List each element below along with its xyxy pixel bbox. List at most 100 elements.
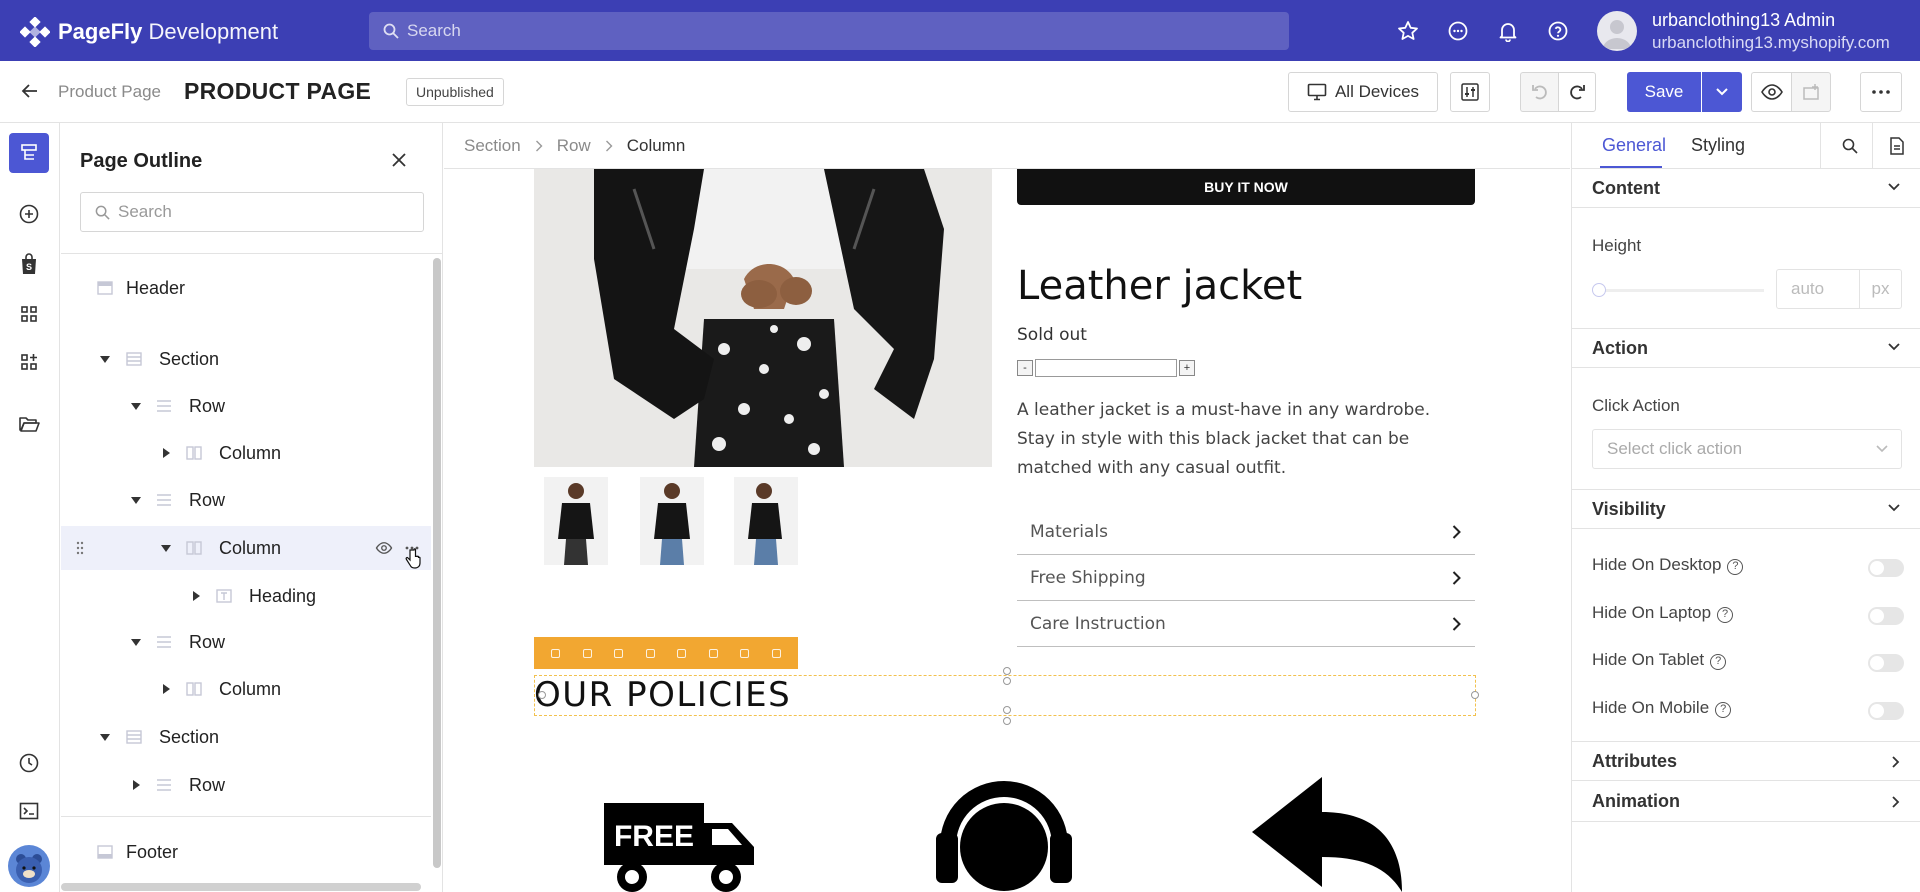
height-slider-knob[interactable]	[1592, 283, 1606, 297]
resize-handle[interactable]	[1003, 667, 1011, 675]
outline-node-column[interactable]: Column	[61, 431, 431, 475]
rail-history-button[interactable]	[16, 750, 42, 776]
rail-elements-button[interactable]	[16, 301, 42, 327]
outline-scrollbar[interactable]	[433, 258, 441, 868]
breadcrumb-row[interactable]: Row	[557, 136, 591, 156]
click-action-select[interactable]: Select click action	[1592, 429, 1902, 469]
settings-sliders-button[interactable]	[1450, 72, 1490, 112]
caret-down-icon[interactable]	[100, 734, 110, 741]
bell-icon[interactable]	[1497, 20, 1519, 42]
star-icon[interactable]	[1397, 20, 1419, 42]
device-selector-button[interactable]: All Devices	[1288, 72, 1438, 112]
help-icon[interactable]: ?	[1727, 559, 1744, 575]
product-thumbnail[interactable]	[544, 477, 608, 565]
undo-button[interactable]	[1520, 72, 1558, 112]
product-image[interactable]	[534, 169, 992, 467]
rail-code-button[interactable]	[16, 798, 42, 824]
caret-down-icon[interactable]	[131, 497, 141, 504]
quantity-plus-button[interactable]: +	[1179, 360, 1195, 376]
outline-node-row[interactable]: Row	[61, 478, 431, 522]
toolbar-style-icon[interactable]	[740, 648, 750, 658]
global-search-input[interactable]: Search	[369, 12, 1289, 50]
search-icon[interactable]	[1842, 138, 1858, 154]
toolbar-move-right-icon[interactable]	[677, 648, 687, 658]
tab-styling[interactable]: Styling	[1691, 135, 1745, 156]
outline-search-input[interactable]: Search	[80, 192, 424, 232]
redo-button[interactable]	[1558, 72, 1596, 112]
hide-desktop-toggle[interactable]	[1868, 559, 1904, 577]
height-input[interactable]: auto	[1776, 269, 1860, 309]
section-content-header[interactable]: Content	[1572, 168, 1920, 208]
outline-node-section[interactable]: Section	[61, 715, 431, 759]
caret-right-icon[interactable]	[133, 780, 140, 790]
caret-down-icon[interactable]	[161, 545, 171, 552]
toolbar-add-icon[interactable]	[551, 648, 561, 658]
preview-button[interactable]	[1751, 72, 1791, 112]
caret-right-icon[interactable]	[163, 684, 170, 694]
caret-right-icon[interactable]	[163, 448, 170, 458]
accordion-care-instruction[interactable]: Care Instruction	[1017, 601, 1475, 647]
help-icon[interactable]: ?	[1715, 702, 1732, 718]
rail-files-button[interactable]	[16, 411, 42, 437]
outline-horizontal-scrollbar[interactable]	[61, 883, 421, 891]
product-thumbnail[interactable]	[640, 477, 704, 565]
hide-mobile-toggle[interactable]	[1868, 702, 1904, 720]
element-toolbar[interactable]	[534, 637, 798, 669]
resize-handle[interactable]	[1471, 691, 1479, 699]
drag-handle-icon[interactable]	[76, 541, 84, 555]
user-avatar[interactable]	[1597, 11, 1637, 51]
section-visibility-header[interactable]: Visibility	[1572, 489, 1920, 529]
resize-handle[interactable]	[1003, 706, 1011, 714]
accordion-materials[interactable]: Materials	[1017, 509, 1475, 555]
back-arrow-icon[interactable]	[20, 81, 40, 101]
product-title[interactable]: Leather jacket	[1017, 263, 1302, 309]
outline-node-row[interactable]: Row	[61, 384, 431, 428]
outline-node-header[interactable]: Header	[61, 266, 431, 310]
help-icon[interactable]: ?	[1717, 607, 1734, 623]
outline-node-section[interactable]: Section	[61, 337, 431, 381]
quantity-minus-button[interactable]: -	[1017, 360, 1033, 376]
mascot-avatar[interactable]	[8, 845, 50, 887]
toolbar-copy-icon[interactable]	[708, 648, 718, 658]
section-action-header[interactable]: Action	[1572, 328, 1920, 368]
breadcrumb-section[interactable]: Section	[464, 136, 521, 156]
toolbar-move-left-icon[interactable]	[645, 648, 655, 658]
outline-node-heading[interactable]: Heading	[61, 574, 431, 618]
publish-button[interactable]	[1791, 72, 1831, 112]
tab-general[interactable]: General	[1602, 135, 1666, 156]
rail-apps-button[interactable]	[16, 349, 42, 375]
help-icon[interactable]	[1547, 20, 1569, 42]
help-icon[interactable]: ?	[1710, 654, 1727, 670]
rail-add-button[interactable]	[16, 201, 42, 227]
caret-right-icon[interactable]	[193, 591, 200, 601]
section-attributes-header[interactable]: Attributes	[1572, 741, 1920, 781]
rail-outline-button[interactable]	[9, 133, 49, 173]
height-slider-track[interactable]	[1596, 289, 1764, 292]
more-options-button[interactable]	[1860, 72, 1902, 112]
policies-heading[interactable]: OUR POLICIES	[534, 675, 791, 715]
page-title[interactable]: PRODUCT PAGE	[184, 78, 371, 105]
resize-handle[interactable]	[538, 691, 546, 699]
shop-url[interactable]: urbanclothing13.myshopify.com	[1652, 33, 1890, 53]
document-icon[interactable]	[1890, 137, 1904, 155]
hide-tablet-toggle[interactable]	[1868, 654, 1904, 672]
user-name[interactable]: urbanclothing13 Admin	[1652, 10, 1835, 31]
chat-icon[interactable]	[1447, 20, 1469, 42]
product-thumbnail[interactable]	[734, 477, 798, 565]
outline-node-row[interactable]: Row	[61, 763, 431, 807]
toolbar-collapse-icon[interactable]	[771, 648, 781, 658]
save-button[interactable]: Save	[1627, 72, 1701, 112]
accordion-free-shipping[interactable]: Free Shipping	[1017, 555, 1475, 601]
resize-handle[interactable]	[1003, 717, 1011, 725]
caret-down-icon[interactable]	[131, 403, 141, 410]
section-animation-header[interactable]: Animation	[1572, 782, 1920, 822]
rail-shopify-button[interactable]: S	[16, 251, 42, 277]
outline-node-row[interactable]: Row	[61, 620, 431, 664]
buy-it-now-button[interactable]: BUY IT NOW	[1017, 169, 1475, 205]
height-unit[interactable]: px	[1860, 269, 1902, 309]
quantity-input[interactable]	[1035, 359, 1177, 377]
outline-node-column[interactable]: Column	[61, 667, 431, 711]
resize-handle[interactable]	[1003, 677, 1011, 685]
save-options-button[interactable]	[1702, 72, 1742, 112]
pagefly-logo[interactable]: PageFly Development	[20, 17, 278, 47]
